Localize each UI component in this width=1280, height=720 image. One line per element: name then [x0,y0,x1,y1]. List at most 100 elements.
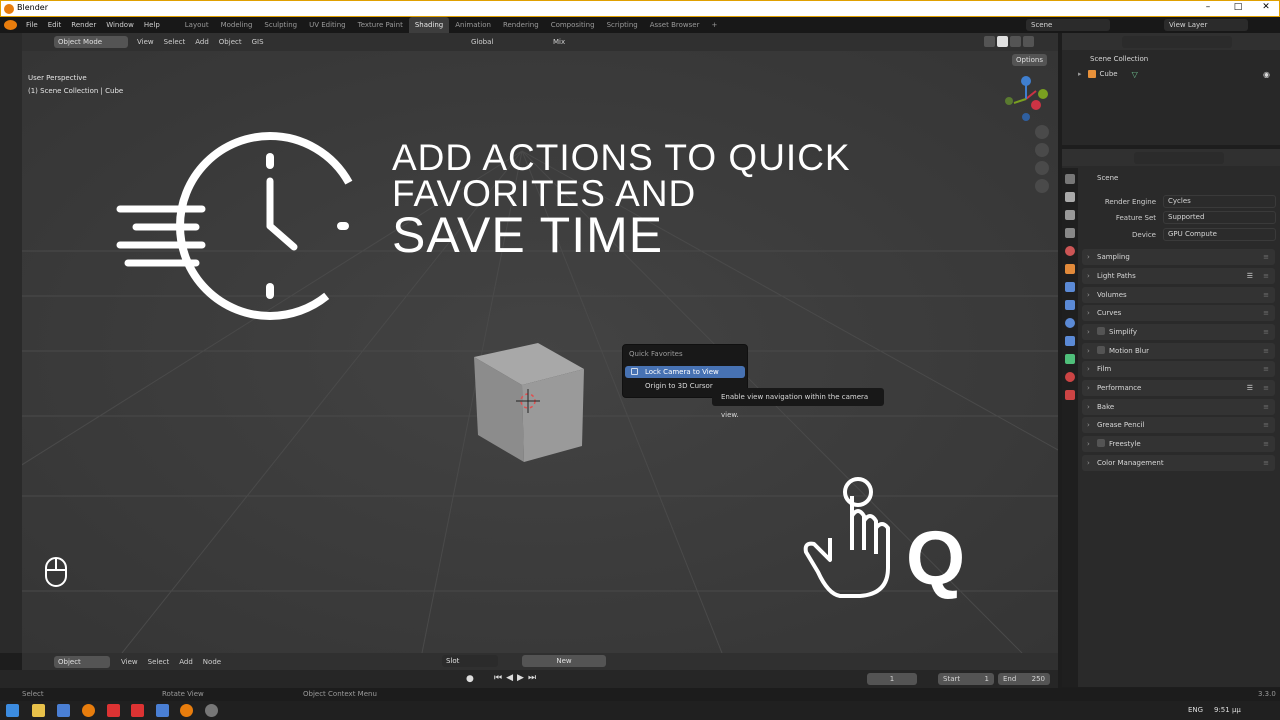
file-explorer-icon[interactable] [32,704,45,717]
shader-object-selector[interactable]: Object [54,655,110,668]
minimize-icon[interactable]: – [1193,2,1223,12]
clock-time[interactable]: 9:51 μμ [1214,706,1241,714]
language-indicator[interactable]: ENG [1188,706,1203,714]
properties-search-input[interactable] [1134,152,1224,164]
menu-window[interactable]: Window [101,17,139,33]
material-tab-icon[interactable] [1065,372,1075,382]
panel-film[interactable]: › Film ≡ [1082,361,1275,377]
tool-tab-icon[interactable] [1065,174,1075,184]
shader-menu-add[interactable]: Add [174,653,198,671]
current-frame-field[interactable]: 1 [867,673,917,685]
rendered-shading-icon[interactable] [1023,36,1034,47]
end-frame-field[interactable]: End 250 [998,673,1050,685]
menu-help[interactable]: Help [139,17,165,33]
tab-rendering[interactable]: Rendering [497,17,545,33]
scene-tab-icon[interactable] [1065,246,1075,256]
material-shading-icon[interactable] [1010,36,1021,47]
vivaldi-icon-2[interactable] [131,704,144,717]
viewport-menu-gis[interactable]: GIS [247,33,269,51]
panel-curves[interactable]: › Curves ≡ [1082,305,1275,321]
camera-view-icon[interactable] [1035,161,1049,175]
document-icon[interactable] [156,704,169,717]
tab-shading[interactable]: Shading [408,17,450,33]
transform-orientation[interactable]: Global [466,33,498,51]
modifier-tab-icon[interactable] [1065,282,1075,292]
add-workspace-icon[interactable]: + [705,17,723,33]
panel-bake[interactable]: › Bake ≡ [1082,399,1275,415]
panel-freestyle[interactable]: › Freestyle ≡ [1082,436,1275,452]
viewport-menu-select[interactable]: Select [159,33,191,51]
particles-tab-icon[interactable] [1065,300,1075,310]
pivot-mix[interactable]: Mix [548,33,570,51]
expand-arrow-icon[interactable]: ▸ [1078,70,1082,78]
perspective-grid-icon[interactable] [1035,179,1049,193]
slot-dropdown[interactable]: Slot [442,655,498,667]
solid-shading-icon[interactable] [997,36,1008,47]
object-data-tab-icon[interactable] [1065,354,1075,364]
checkbox-icon[interactable] [631,368,638,375]
visibility-eye-icon[interactable]: ◉ [1263,70,1270,79]
view-layer-selector[interactable]: View Layer [1164,19,1248,31]
pan-hand-icon[interactable] [1035,143,1049,157]
3d-viewport[interactable]: User Perspective (1) Scene Collection | … [22,51,1058,653]
panel-volumes[interactable]: › Volumes ≡ [1082,287,1275,303]
tab-layout[interactable]: Layout [179,17,215,33]
close-icon[interactable]: ✕ [1251,2,1280,12]
simplify-checkbox[interactable] [1097,327,1105,335]
panel-light-paths[interactable]: › Light Paths ☰ ≡ [1082,268,1275,284]
menu-render[interactable]: Render [66,17,101,33]
constraints-tab-icon[interactable] [1065,336,1075,346]
options-button[interactable]: Options [1012,54,1048,66]
blender-menu-icon[interactable] [4,20,17,30]
viewport-menu-object[interactable]: Object [214,33,247,51]
outliner-search-input[interactable] [1122,36,1232,48]
new-material-button[interactable]: New [522,655,606,667]
start-frame-field[interactable]: Start 1 [938,673,994,685]
panel-performance[interactable]: › Performance ☰ ≡ [1082,380,1275,396]
zoom-icon[interactable] [1035,125,1049,139]
panel-sampling[interactable]: › Sampling ≡ [1082,249,1275,265]
panel-motion-blur[interactable]: › Motion Blur ≡ [1082,343,1275,359]
menu-file[interactable]: File [21,17,43,33]
menu-edit[interactable]: Edit [43,17,67,33]
wireframe-shading-icon[interactable] [984,36,995,47]
tab-texture-paint[interactable]: Texture Paint [352,17,409,33]
tab-asset-browser[interactable]: Asset Browser [644,17,706,33]
keyframe-record-icon[interactable]: ● [466,674,474,684]
render-tab-icon[interactable] [1065,192,1075,202]
object-tab-icon[interactable] [1065,264,1075,274]
outliner-scene-collection[interactable]: Scene Collection [1090,55,1148,63]
tab-sculpting[interactable]: Sculpting [258,17,303,33]
shader-menu-select[interactable]: Select [143,653,175,671]
view-layer-tab-icon[interactable] [1065,228,1075,238]
playback-controls-icon[interactable]: ⏮◀▶⏭ [494,673,540,683]
physics-tab-icon[interactable] [1065,318,1075,328]
calculator-icon[interactable] [57,704,70,717]
render-engine-dropdown[interactable]: Cycles [1163,195,1276,208]
windows-start-icon[interactable] [6,704,19,717]
mode-selector[interactable]: Object Mode [54,36,128,48]
tab-uv-editing[interactable]: UV Editing [303,17,352,33]
shader-menu-view[interactable]: View [116,653,143,671]
blender-taskbar-icon-1[interactable] [82,704,95,717]
motion-blur-checkbox[interactable] [1097,346,1105,354]
viewport-menu-add[interactable]: Add [190,33,214,51]
shader-menu-node[interactable]: Node [198,653,226,671]
outliner-row-cube[interactable]: ▸ Cube ▽ ◉ [1078,68,1278,80]
texture-tab-icon[interactable] [1065,390,1075,400]
device-dropdown[interactable]: GPU Compute [1163,228,1276,241]
panel-color-management[interactable]: › Color Management ≡ [1082,455,1275,471]
app-icon[interactable] [205,704,218,717]
tab-animation[interactable]: Animation [449,17,497,33]
lock-camera-to-view-item[interactable]: Lock Camera to View [625,366,745,378]
maximize-icon[interactable]: □ [1223,2,1253,12]
feature-set-dropdown[interactable]: Supported [1163,211,1276,224]
panel-grease-pencil[interactable]: › Grease Pencil ≡ [1082,417,1275,433]
vivaldi-icon[interactable] [107,704,120,717]
scene-selector[interactable]: Scene [1026,19,1110,31]
viewport-menu-view[interactable]: View [132,33,159,51]
freestyle-checkbox[interactable] [1097,439,1105,447]
tab-compositing[interactable]: Compositing [545,17,601,33]
tab-scripting[interactable]: Scripting [601,17,644,33]
output-tab-icon[interactable] [1065,210,1075,220]
